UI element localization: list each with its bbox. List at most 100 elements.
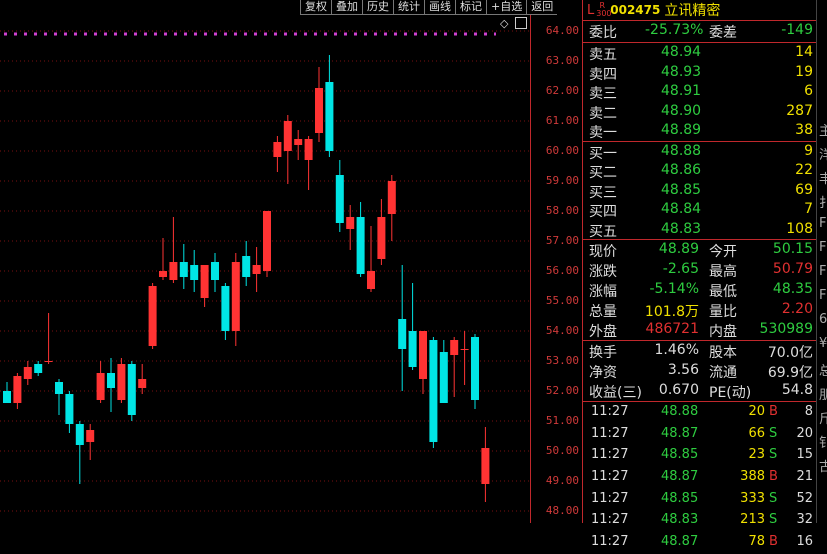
fin-label: 流通 <box>709 365 737 381</box>
quote-label: 总量 <box>589 304 617 320</box>
sell-price: 48.89 <box>661 122 702 138</box>
price-tick-label: 64.00 <box>545 24 579 37</box>
toolbar-button[interactable]: 统计 <box>393 0 424 15</box>
toolbar-button[interactable]: 历史 <box>362 0 393 15</box>
candle-down <box>242 256 251 277</box>
toolbar-button[interactable]: 复权 <box>300 0 331 15</box>
price-tick-label: 52.00 <box>545 384 579 397</box>
trade-ticks: 11:27 48.88 20 B 8 11:27 48.87 66 S 20 11:27 48.85 2… <box>583 402 817 554</box>
buy-volume: 108 <box>786 220 813 237</box>
trade-row: 11:27 48.85 23 S 15 <box>583 445 817 467</box>
toolbar-button[interactable]: +自选 <box>486 0 527 15</box>
fin-row: 净资 3.56 流通 69.9亿 <box>583 361 817 381</box>
trade-time: 11:27 <box>591 512 629 528</box>
candle-down <box>439 352 448 403</box>
quote-value: 48.89 <box>658 241 699 257</box>
candle-down <box>408 331 417 367</box>
edge-char: 朋 <box>819 384 827 403</box>
trade-time: 11:27 <box>591 425 629 441</box>
sell-label: 卖三 <box>589 86 617 102</box>
buy-row: 买二 48.86 22 <box>583 161 817 181</box>
sell-volume: 38 <box>795 122 813 138</box>
diamond-icon[interactable]: ◇ <box>500 17 508 30</box>
fin-stats: 换手 1.46% 股本 70.0亿 净资 3.56 流通 69.9亿 收益(三) 0.670 PE(… <box>583 341 817 402</box>
sell-price: 48.90 <box>661 102 702 119</box>
fin-label: 净资 <box>589 365 617 381</box>
candle-down <box>65 394 74 424</box>
stock-name: 立讯精密 <box>664 3 721 19</box>
trade-count: 52 <box>796 490 813 506</box>
quote-value: 530989 <box>759 321 813 337</box>
sell-row: 卖五 48.94 14 <box>583 43 817 63</box>
fin-label: 换手 <box>589 345 617 361</box>
sell-label: 卖二 <box>589 105 617 122</box>
candle-down <box>429 340 438 442</box>
quote-value: -2.65 <box>662 261 699 277</box>
fin-label: PE(动) <box>709 385 752 401</box>
trade-volume: 333 <box>740 490 765 506</box>
quote-label: 量比 <box>709 304 737 320</box>
candle-up <box>273 142 282 157</box>
candle-up <box>23 367 32 379</box>
quote-label: 现价 <box>589 244 617 260</box>
sell-row: 卖三 48.91 6 <box>583 82 817 102</box>
trade-price: 48.83 <box>661 512 699 528</box>
toolbar-button[interactable]: 画线 <box>424 0 455 15</box>
quote-value: 486721 <box>645 321 699 337</box>
trade-price: 48.87 <box>661 469 699 485</box>
candle-down <box>398 319 407 349</box>
buy-volume: 69 <box>795 181 813 198</box>
r-marker-sub: 300 <box>596 9 612 18</box>
window-box-icon[interactable] <box>515 17 527 29</box>
edge-char: 总 <box>819 360 827 379</box>
price-tick-label: 50.00 <box>545 444 579 457</box>
weibi-row: 委比 -25.73% 委差 -149 <box>583 21 817 43</box>
fin-value: 3.56 <box>667 362 699 378</box>
fin-row: 收益(三) 0.670 PE(动) 54.8 <box>583 381 817 401</box>
stock-header: L R 300 002475 立讯精密 <box>583 0 817 21</box>
buy-row: 买三 48.85 69 <box>583 181 817 201</box>
candle-down <box>335 175 344 223</box>
candle-up <box>86 430 95 442</box>
toolbar-button[interactable]: 叠加 <box>331 0 362 15</box>
edge-char: F <box>819 264 827 279</box>
trade-side: S <box>769 425 778 441</box>
trade-side: B <box>769 534 778 550</box>
sell-row: 卖二 48.90 287 <box>583 102 817 122</box>
buy-label: 买五 <box>589 223 617 240</box>
price-tick-label: 59.00 <box>545 174 579 187</box>
kline-svg[interactable] <box>0 0 530 523</box>
toolbar-button[interactable]: 返回 <box>526 0 558 15</box>
sell-price: 48.94 <box>661 44 702 60</box>
trade-side: B <box>769 469 778 485</box>
candle-up <box>377 217 386 259</box>
sell-price: 48.91 <box>661 83 702 99</box>
fin-row: 换手 1.46% 股本 70.0亿 <box>583 341 817 361</box>
candle-up <box>117 364 126 400</box>
fin-value: 1.46% <box>654 342 699 358</box>
candle-up <box>294 139 303 145</box>
candle-down <box>211 262 219 280</box>
price-tick-label: 55.00 <box>545 294 579 307</box>
quote-row: 总量 101.8万 量比 2.20 <box>583 300 817 320</box>
buy-label: 买二 <box>589 165 617 181</box>
candle-down <box>325 82 334 151</box>
toolbar-button[interactable]: 标记 <box>455 0 486 15</box>
fin-value: 54.8 <box>781 382 813 398</box>
weibi-label: 委比 <box>589 25 617 41</box>
buy-label: 买四 <box>589 204 617 220</box>
trade-side: S <box>769 512 778 528</box>
trade-time: 11:27 <box>591 404 629 419</box>
candle-up <box>200 265 209 298</box>
candle-up <box>315 88 323 133</box>
kline-chart[interactable]: ◇ 64.00 63.00 62.00 61.00 60.00 59.00 58.00 57.… <box>0 0 582 523</box>
buy-label: 买三 <box>589 184 617 201</box>
edge-char: 洋 <box>819 144 827 163</box>
trade-side: S <box>769 447 778 463</box>
trade-price: 48.87 <box>661 534 699 550</box>
candle-up <box>263 211 271 271</box>
trade-time: 11:27 <box>591 447 629 463</box>
trade-row: 11:27 48.88 20 B 8 <box>583 402 817 424</box>
sell-price: 48.93 <box>661 63 702 80</box>
candle-down <box>3 391 11 403</box>
